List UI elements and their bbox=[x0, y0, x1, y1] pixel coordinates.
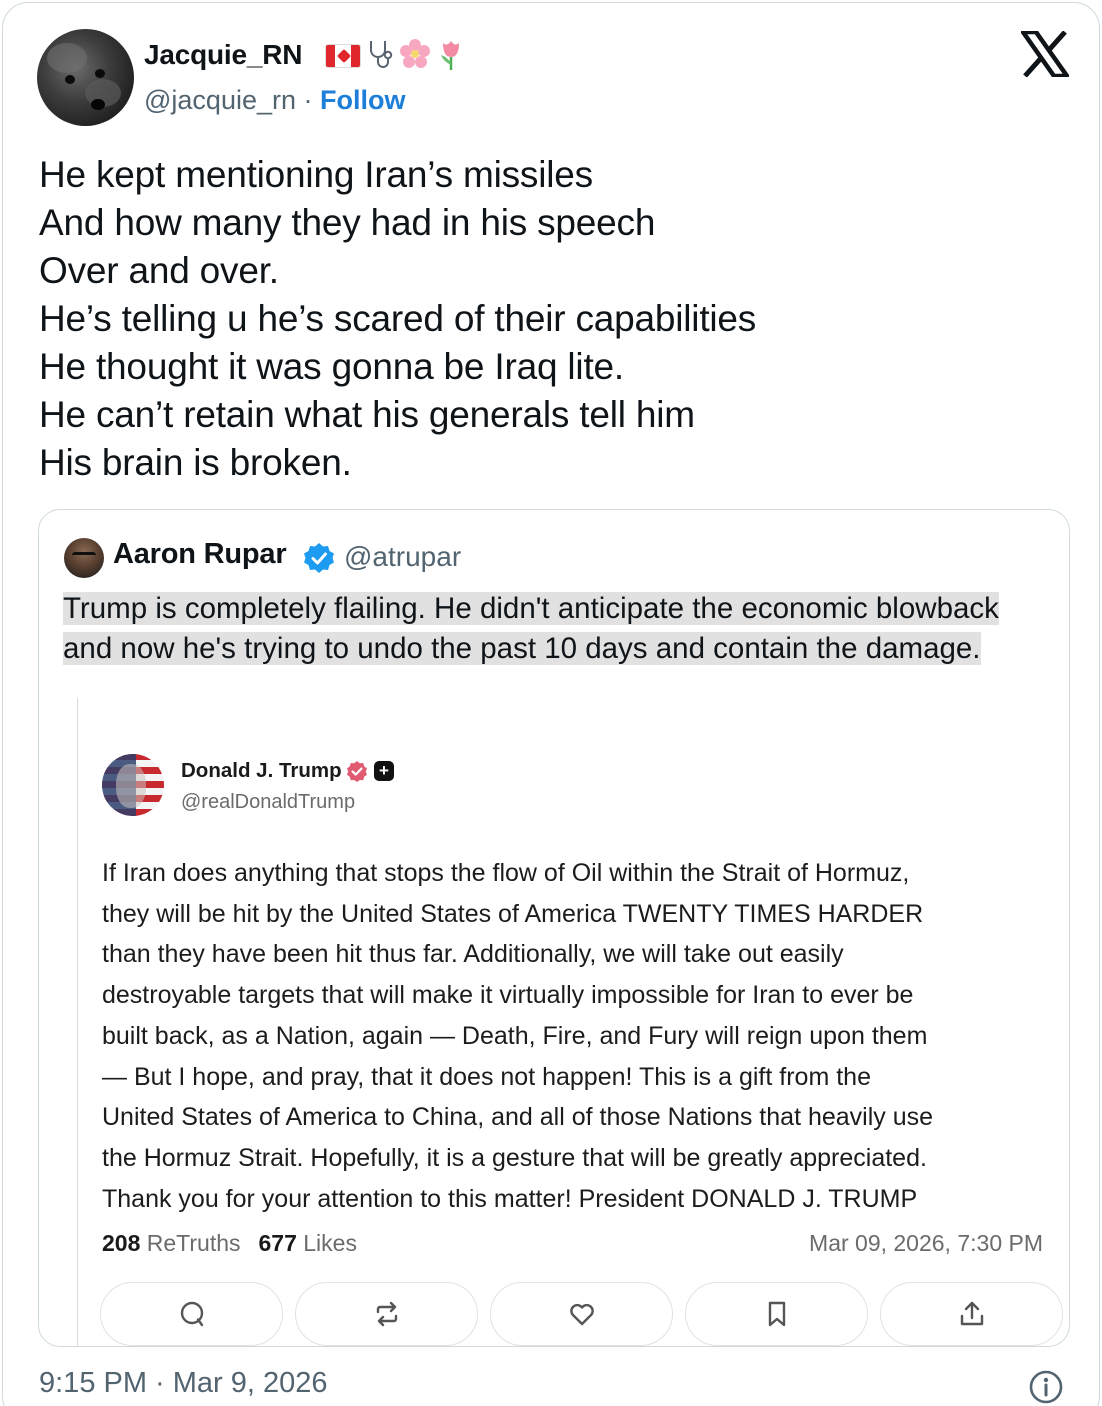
embedded-body-line: United States of America to China, and a… bbox=[102, 1103, 934, 1132]
reply-icon bbox=[180, 1301, 203, 1327]
tweet-text: He kept mentioning Iran’s missiles And h… bbox=[39, 151, 1079, 487]
embedded-body-line: they will be hit by the United States of… bbox=[102, 899, 924, 928]
bookmark-button[interactable] bbox=[685, 1282, 868, 1346]
author-handle-line: @jacquie_rn · Follow bbox=[144, 85, 405, 116]
retruths-count: 208 bbox=[102, 1230, 141, 1256]
likes-count: 677 bbox=[258, 1230, 297, 1256]
embedded-body-line: — But I hope, and pray, that it does not… bbox=[102, 1062, 871, 1091]
like-button[interactable] bbox=[490, 1282, 673, 1346]
quoted-tweet[interactable]: Aaron Rupar @atrupar Trump is completely… bbox=[38, 509, 1070, 1347]
likes-label: Likes bbox=[303, 1230, 357, 1256]
embedded-body-line: If Iran does anything that stops the flo… bbox=[102, 859, 910, 887]
bookmark-icon bbox=[768, 1301, 785, 1327]
embedded-action-bar bbox=[100, 1282, 1063, 1346]
embedded-body-line: destroyable targets that will make it vi… bbox=[102, 981, 914, 1010]
quote-author-handle[interactable]: @atrupar bbox=[344, 541, 461, 573]
canadian-flag-icon bbox=[325, 44, 361, 68]
like-icon bbox=[569, 1303, 594, 1326]
embedded-post-date: Mar 09, 2026, 7:30 PM bbox=[809, 1230, 1043, 1256]
retruth-icon bbox=[376, 1301, 397, 1327]
retruths-label: ReTruths bbox=[146, 1230, 241, 1256]
info-icon[interactable] bbox=[1028, 1369, 1064, 1405]
tweet-line: Over and over. bbox=[39, 250, 279, 291]
embedded-body-line: the Hormuz Strait. Hopefully, it is a ge… bbox=[102, 1143, 927, 1172]
tweet-card: Jacquie_RN @jacquie_rn · Follow He kept … bbox=[2, 2, 1100, 1406]
quote-author-name[interactable]: Aaron Rupar bbox=[113, 538, 287, 571]
retruth-button[interactable] bbox=[295, 1282, 478, 1346]
share-button[interactable] bbox=[880, 1282, 1063, 1346]
embedded-body-line: than they have been hit thus far. Additi… bbox=[102, 940, 844, 969]
tweet-line: He thought it was gonna be Iraq lite. bbox=[39, 346, 624, 387]
plus-badge-icon: + bbox=[374, 761, 394, 781]
share-icon bbox=[960, 1301, 983, 1326]
embedded-body-line: built back, as a Nation, again — Death, … bbox=[102, 1021, 928, 1050]
quote-avatar[interactable] bbox=[64, 538, 104, 578]
author-name[interactable]: Jacquie_RN bbox=[144, 39, 302, 71]
embedded-truth-post[interactable]: Donald J. Trump + @realDonaldTrump If Ir… bbox=[77, 698, 1063, 1346]
verified-badge-icon bbox=[347, 761, 367, 782]
tweet-line: He’s telling u he’s scared of their capa… bbox=[39, 298, 757, 339]
reply-button[interactable] bbox=[100, 1282, 283, 1346]
tulip-icon bbox=[435, 37, 467, 76]
author-handle[interactable]: @jacquie_rn bbox=[144, 85, 296, 115]
tweet-line: He kept mentioning Iran’s missiles bbox=[39, 154, 593, 195]
tweet-line: He can’t retain what his generals tell h… bbox=[39, 394, 695, 435]
verified-badge-icon bbox=[304, 543, 334, 573]
tweet-line: And how many they had in his speech bbox=[39, 202, 656, 243]
quote-text: Trump is completely flailing. He didn't … bbox=[63, 589, 1053, 669]
tweet-line: His brain is broken. bbox=[39, 442, 352, 483]
tweet-timestamp[interactable]: 9:15 PM · Mar 9, 2026 bbox=[39, 1367, 328, 1400]
embedded-post-body: If Iran does anything that stops the flo… bbox=[102, 853, 1042, 1219]
embedded-author-handle[interactable]: @realDonaldTrump bbox=[181, 791, 355, 814]
quote-text-highlighted: Trump is completely flailing. He didn't … bbox=[63, 592, 999, 665]
x-logo-icon[interactable] bbox=[1021, 31, 1069, 77]
embedded-stats: 208 ReTruths 677 Likes bbox=[102, 1230, 357, 1257]
follow-button[interactable]: Follow bbox=[320, 85, 405, 115]
cherry-blossom-icon bbox=[399, 38, 431, 75]
stethoscope-icon bbox=[365, 38, 395, 74]
embedded-body-line: Thank you for your attention to this mat… bbox=[102, 1184, 918, 1213]
handle-separator: · bbox=[296, 85, 320, 115]
author-avatar[interactable] bbox=[37, 29, 134, 126]
name-emojis bbox=[325, 37, 467, 76]
embedded-author-name[interactable]: Donald J. Trump bbox=[181, 759, 342, 783]
embedded-avatar[interactable] bbox=[102, 754, 164, 816]
